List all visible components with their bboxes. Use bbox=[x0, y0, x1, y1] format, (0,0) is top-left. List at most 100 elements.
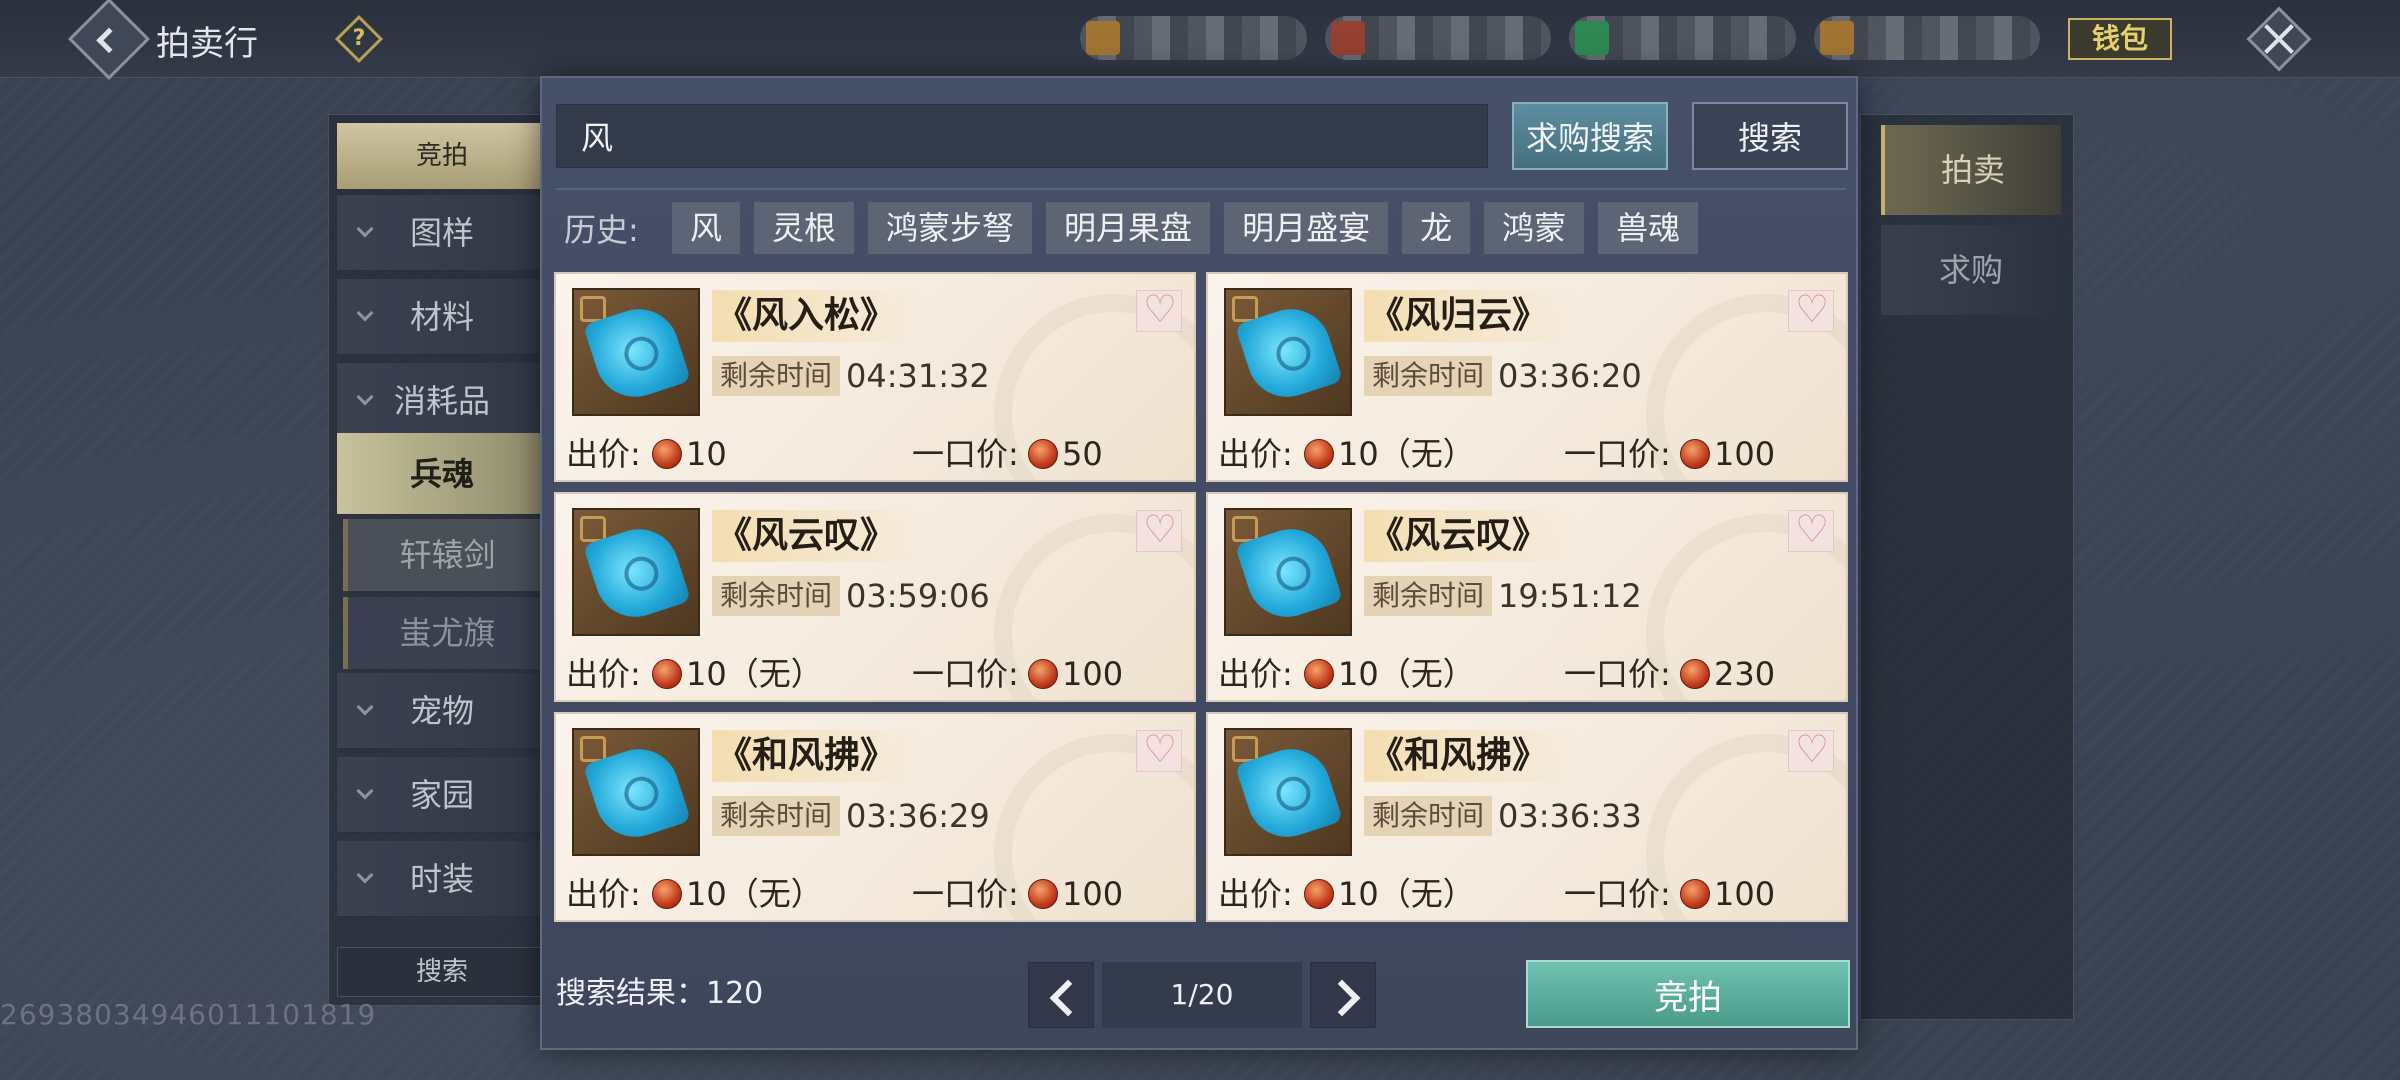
buyout-price: 230 bbox=[1680, 654, 1775, 694]
category-pet[interactable]: 宠物 bbox=[337, 673, 547, 749]
item-card[interactable]: 《风入松》 剩余时间 04:31:32 出价: 10 一口价: 50 bbox=[554, 272, 1196, 482]
favorite-heart-icon[interactable] bbox=[1136, 727, 1183, 772]
currency-slot bbox=[1569, 16, 1796, 60]
category-label: 宠物 bbox=[409, 692, 474, 730]
category-label: 时装 bbox=[409, 860, 474, 898]
item-icon-frame bbox=[1224, 508, 1352, 636]
bid-label: 出价: bbox=[566, 435, 641, 473]
time-remaining-value: 04:31:32 bbox=[846, 357, 990, 395]
back-button[interactable] bbox=[67, 0, 151, 81]
coin-icon bbox=[1680, 879, 1710, 909]
category-label: 消耗品 bbox=[393, 382, 490, 420]
tab-buy-request[interactable]: 求购 bbox=[1881, 225, 2061, 315]
search-button[interactable]: 搜索 bbox=[1692, 102, 1848, 170]
history-tag[interactable]: 鸿蒙 bbox=[1484, 202, 1585, 254]
item-card[interactable]: 《和风拂》 剩余时间 03:36:33 出价: 10（无） 一口价: 100 bbox=[1206, 712, 1848, 922]
category-consumable[interactable]: 消耗品 bbox=[337, 363, 547, 439]
category-label: 家园 bbox=[409, 776, 474, 814]
favorite-heart-icon[interactable] bbox=[1136, 287, 1183, 332]
currency-strip bbox=[1080, 14, 2040, 62]
item-card[interactable]: 《和风拂》 剩余时间 03:36:29 出价: 10（无） 一口价: 100 bbox=[554, 712, 1196, 922]
close-button[interactable] bbox=[2246, 6, 2312, 72]
category-fashion[interactable]: 时装 bbox=[337, 841, 547, 917]
favorite-heart-icon[interactable] bbox=[1136, 507, 1183, 552]
category-search-button[interactable]: 搜索 bbox=[337, 947, 547, 997]
buyout-label: 一口价: bbox=[1564, 875, 1671, 913]
category-pattern[interactable]: 图样 bbox=[337, 195, 547, 271]
coin-icon bbox=[1028, 439, 1058, 469]
bid-price: 10 bbox=[652, 434, 727, 474]
item-card[interactable]: 《风归云》 剩余时间 03:36:20 出价: 10（无） 一口价: 100 bbox=[1206, 272, 1848, 482]
buyout-price: 100 bbox=[1680, 434, 1775, 474]
time-remaining-value: 03:36:29 bbox=[846, 797, 990, 835]
buyout-price: 100 bbox=[1680, 874, 1775, 914]
coin-icon bbox=[652, 879, 682, 909]
mode-tabs: 拍卖 求购 bbox=[1860, 114, 2074, 1020]
subcategory-chiyou-banner[interactable]: 蚩尤旗 bbox=[343, 597, 547, 669]
bid-price: 10（无） bbox=[652, 654, 823, 694]
buyout-amount: 230 bbox=[1714, 655, 1776, 693]
bid-price: 10（无） bbox=[1304, 654, 1475, 694]
buyout-amount: 100 bbox=[1714, 435, 1776, 473]
bid-price: 10（无） bbox=[1304, 874, 1475, 914]
currency-slot bbox=[1813, 16, 2040, 60]
favorite-heart-icon[interactable] bbox=[1788, 287, 1835, 332]
buyout-amount: 100 bbox=[1062, 655, 1124, 693]
help-button[interactable]: ? bbox=[334, 14, 384, 64]
item-icon-frame bbox=[572, 288, 700, 416]
subcategory-xuanyuan-sword[interactable]: 轩辕剑 bbox=[343, 519, 547, 591]
time-remaining-label: 剩余时间 bbox=[1364, 576, 1493, 616]
time-remaining-label: 剩余时间 bbox=[712, 796, 841, 836]
category-weapon-soul[interactable]: 兵魂 bbox=[337, 433, 547, 515]
history-tag[interactable]: 鸿蒙步弩 bbox=[868, 202, 1033, 254]
bid-button[interactable]: 竞拍 bbox=[1526, 960, 1850, 1028]
chevron-down-icon bbox=[356, 782, 374, 800]
item-card[interactable]: 《风云叹》 剩余时间 03:59:06 出价: 10（无） 一口价: 100 bbox=[554, 492, 1196, 702]
bid-amount: 10（无） bbox=[1338, 655, 1475, 693]
history-tag[interactable]: 龙 bbox=[1402, 202, 1471, 254]
buyout-label: 一口价: bbox=[1564, 435, 1671, 473]
category-label: 图样 bbox=[409, 214, 474, 252]
bid-label: 出价: bbox=[566, 875, 641, 913]
chevron-left-icon bbox=[96, 27, 122, 54]
page-indicator: 1/20 bbox=[1102, 962, 1302, 1028]
chevron-down-icon bbox=[356, 866, 374, 884]
history-tag[interactable]: 明月果盘 bbox=[1046, 202, 1211, 254]
next-page-button[interactable] bbox=[1310, 962, 1376, 1028]
currency-slot bbox=[1324, 16, 1551, 60]
item-card[interactable]: 《风云叹》 剩余时间 19:51:12 出价: 10（无） 一口价: 230 bbox=[1206, 492, 1848, 702]
item-icon-frame bbox=[1224, 288, 1352, 416]
currency-slot bbox=[1080, 16, 1307, 60]
coin-icon bbox=[1304, 879, 1334, 909]
wallet-button[interactable]: 钱包 bbox=[2068, 18, 2172, 60]
buyout-label: 一口价: bbox=[912, 875, 1019, 913]
time-remaining-value: 03:59:06 bbox=[846, 577, 990, 615]
coin-icon bbox=[652, 659, 682, 689]
tab-auction[interactable]: 竞拍 bbox=[337, 123, 547, 189]
prev-page-button[interactable] bbox=[1028, 962, 1094, 1028]
item-name: 《和风拂》 bbox=[712, 730, 927, 782]
buy-search-button[interactable]: 求购搜索 bbox=[1512, 102, 1668, 170]
chevron-down-icon bbox=[356, 220, 374, 238]
history-tag[interactable]: 灵根 bbox=[754, 202, 855, 254]
coin-icon bbox=[1680, 439, 1710, 469]
favorite-heart-icon[interactable] bbox=[1788, 727, 1835, 772]
buyout-label: 一口价: bbox=[912, 435, 1019, 473]
history-tag[interactable]: 明月盛宴 bbox=[1224, 202, 1389, 254]
time-remaining-value: 03:36:33 bbox=[1498, 797, 1642, 835]
tab-sell[interactable]: 拍卖 bbox=[1881, 125, 2061, 215]
search-result-count: 搜索结果：120 bbox=[556, 976, 764, 1011]
category-home[interactable]: 家园 bbox=[337, 757, 547, 833]
favorite-heart-icon[interactable] bbox=[1788, 507, 1835, 552]
coin-icon bbox=[1028, 659, 1058, 689]
coin-icon bbox=[1028, 879, 1058, 909]
page-title: 拍卖行 bbox=[156, 24, 258, 64]
buyout-price: 100 bbox=[1028, 874, 1123, 914]
coin-icon bbox=[1304, 659, 1334, 689]
item-name: 《和风拂》 bbox=[1364, 730, 1579, 782]
history-tag[interactable]: 兽魂 bbox=[1598, 202, 1699, 254]
category-material[interactable]: 材料 bbox=[337, 279, 547, 355]
history-tag[interactable]: 风 bbox=[672, 202, 741, 254]
search-input[interactable] bbox=[556, 104, 1488, 168]
buyout-price: 50 bbox=[1028, 434, 1103, 474]
